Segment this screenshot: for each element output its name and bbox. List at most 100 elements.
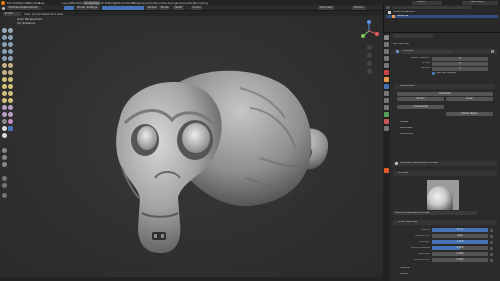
box-mask-icon[interactable] [2, 155, 7, 160]
smooth-brush-icon[interactable] [8, 56, 13, 61]
modifier-close-icon[interactable] [491, 50, 494, 53]
scene-tab-icon[interactable] [384, 63, 389, 68]
mode-dropdown[interactable]: Sculpt Mode [3, 11, 21, 19]
paint-brush-icon[interactable] [2, 133, 7, 138]
delete-higher-button[interactable]: Delete Higher [446, 112, 493, 116]
draw-sharp-brush-icon[interactable] [8, 28, 13, 33]
navigation-gizmo[interactable] [358, 20, 380, 42]
flatten-brush-icon[interactable] [2, 63, 7, 68]
brush-setting-field[interactable]: 0.500 [432, 246, 488, 250]
elastic-deform-brush-icon[interactable] [2, 84, 7, 89]
brush-setting-field[interactable]: 0.000 [432, 258, 488, 262]
data-tab-icon[interactable] [384, 112, 389, 117]
multires-modifier-header[interactable]: Multires [393, 49, 497, 54]
box-face-set-icon[interactable] [2, 176, 7, 181]
brush-mode-chip[interactable] [64, 6, 74, 10]
simplify-brush-icon[interactable] [8, 112, 13, 117]
material-tab-icon[interactable] [384, 119, 389, 124]
tool-panel-header[interactable]: Multires Displacement Eraser [393, 161, 497, 166]
blender-logo-icon[interactable] [1, 0, 5, 5]
constraints-tab-icon[interactable] [384, 105, 389, 110]
clay-thumb-brush-icon[interactable] [2, 42, 7, 47]
outliner-object-row[interactable]: Suzanne [386, 14, 498, 18]
smear-brush-icon[interactable] [2, 148, 7, 153]
texture-panel-header[interactable]: Texture [400, 267, 410, 270]
cloth-brush-icon[interactable] [2, 112, 7, 117]
draw-face-sets-brush-icon[interactable] [8, 119, 13, 124]
pressure-toggle-icon[interactable] [490, 234, 493, 238]
draw-brush-icon[interactable] [2, 28, 7, 33]
advanced-panel-header[interactable]: Advanced [400, 133, 413, 136]
outliner-search-input[interactable] [392, 6, 472, 9]
modifier-name-field[interactable]: Multires [401, 49, 453, 54]
3d-viewport[interactable]: User Perspective (0) Suzanne [0, 16, 383, 281]
linear-button[interactable]: Linear [446, 97, 493, 101]
fill-brush-icon[interactable] [8, 63, 13, 68]
crease-brush-icon[interactable] [2, 56, 7, 61]
brush-name-field[interactable]: Multires Displacement Eraser [393, 211, 477, 215]
thumb-brush-icon[interactable] [2, 91, 7, 96]
symmetry-dropdown[interactable]: Symmetry [318, 6, 334, 10]
tool-tab-icon[interactable] [384, 35, 389, 40]
multiplane-scrape-brush-icon[interactable] [8, 70, 13, 75]
pressure-toggle-icon[interactable] [490, 240, 493, 244]
brush-preview-thumbnail[interactable] [427, 180, 459, 210]
zoom-view-icon[interactable] [367, 45, 372, 50]
multires-smear-brush-icon[interactable] [8, 126, 13, 131]
rotate-brush-icon[interactable] [8, 98, 13, 103]
workspace-tab-scripting[interactable]: Scripting [193, 1, 209, 5]
modifier-tab-icon[interactable] [384, 84, 389, 89]
options-dropdown[interactable]: Options [352, 6, 366, 10]
snake-hook-brush-icon[interactable] [8, 84, 13, 89]
pose-brush-icon[interactable] [8, 91, 13, 96]
blob-brush-icon[interactable] [8, 49, 13, 54]
nudge-brush-icon[interactable] [2, 98, 7, 103]
inflate-brush-icon[interactable] [2, 49, 7, 54]
generate-panel-header[interactable]: Generate [400, 127, 412, 130]
texture-tab-icon[interactable] [384, 126, 389, 131]
clay-strips-brush-icon[interactable] [8, 35, 13, 40]
view-layer-tab-icon[interactable] [384, 56, 389, 61]
camera-view-icon[interactable] [367, 61, 372, 66]
multires-eraser-brush-icon[interactable] [2, 126, 7, 131]
mask-brush-icon[interactable] [2, 119, 7, 124]
output-tab-icon[interactable] [384, 49, 389, 54]
particles-tab-icon[interactable] [384, 91, 389, 96]
simple-button[interactable]: Simple [397, 97, 444, 101]
outliner-collection-row[interactable]: Scene Collection [386, 11, 498, 15]
brush-setting-field[interactable]: 0.000 [432, 252, 488, 256]
box-hide-icon[interactable] [2, 162, 7, 167]
stroke-panel-header[interactable]: Stroke [400, 273, 408, 276]
shape-panel-header[interactable]: Shape [400, 121, 408, 124]
pan-view-icon[interactable] [367, 53, 372, 58]
tool-settings-tab-icon[interactable] [384, 168, 389, 173]
pinch-brush-icon[interactable] [2, 77, 7, 82]
brush-selector[interactable]: Multires Displacement [7, 6, 41, 10]
ortho-toggle-icon[interactable] [367, 69, 372, 74]
scrape-brush-icon[interactable] [2, 70, 7, 75]
brush-settings-panel-header[interactable]: Brush Settings [393, 220, 497, 225]
chip-stroke[interactable]: Stroke [159, 6, 169, 10]
transform-icon[interactable] [2, 193, 7, 198]
render-level-field[interactable]: 3 [432, 66, 488, 71]
world-tab-icon[interactable] [384, 70, 389, 75]
subdivide-button[interactable]: Subdivide [397, 92, 493, 96]
sculpt-level-field[interactable]: 3 [432, 61, 488, 66]
chip-radius-bar[interactable] [102, 6, 144, 10]
subdivision-panel-header[interactable]: Subdivision [395, 84, 495, 89]
grab-brush-icon[interactable] [8, 77, 13, 82]
brush-setting-field[interactable]: 1.000 [432, 240, 488, 244]
view-layer-selector[interactable]: View Layer [462, 0, 498, 5]
pressure-toggle-icon[interactable] [490, 228, 493, 232]
add-modifier-label[interactable]: Add Modifier [393, 43, 409, 46]
outliner-filter-icon[interactable] [386, 6, 390, 9]
box-trim-icon[interactable] [2, 183, 7, 188]
object-name-field[interactable] [393, 34, 433, 38]
physics-tab-icon[interactable] [384, 98, 389, 103]
layer-brush-icon[interactable] [8, 42, 13, 47]
chip-cursor[interactable]: Cursor [191, 6, 202, 10]
pressure-toggle-icon[interactable] [490, 252, 493, 256]
clay-brush-icon[interactable] [2, 35, 7, 40]
optimal-display-checkbox[interactable] [432, 72, 435, 75]
pressure-toggle-icon[interactable] [490, 258, 493, 262]
